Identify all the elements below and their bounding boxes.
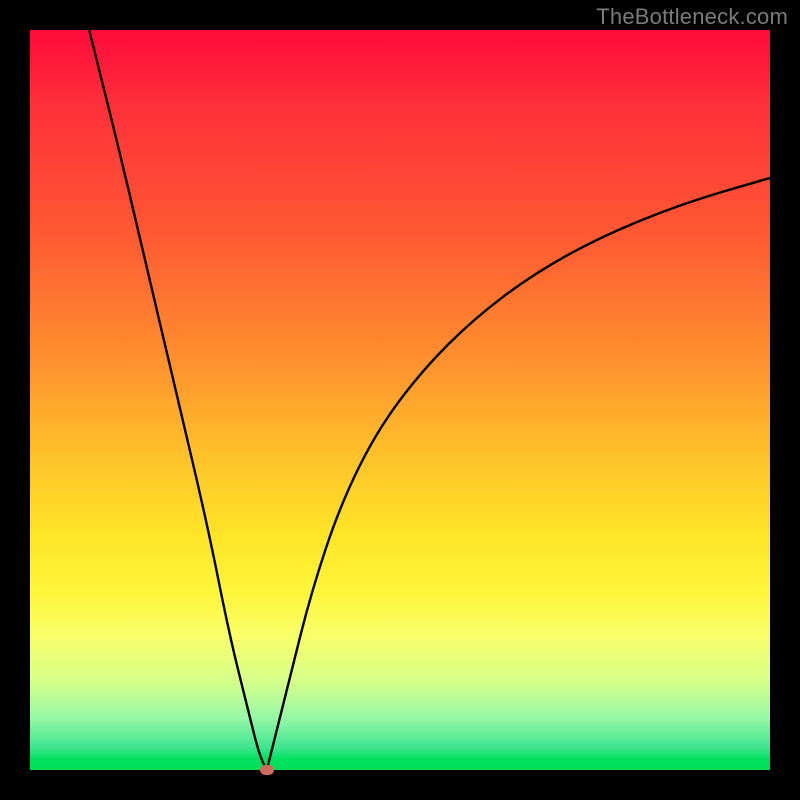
- right-branch-line: [267, 178, 770, 770]
- chart-frame: TheBottleneck.com: [0, 0, 800, 800]
- left-branch-line: [89, 30, 267, 770]
- optimum-marker: [260, 765, 274, 775]
- plot-area: [30, 30, 770, 770]
- bottleneck-curve: [30, 30, 770, 770]
- watermark-text: TheBottleneck.com: [596, 4, 788, 30]
